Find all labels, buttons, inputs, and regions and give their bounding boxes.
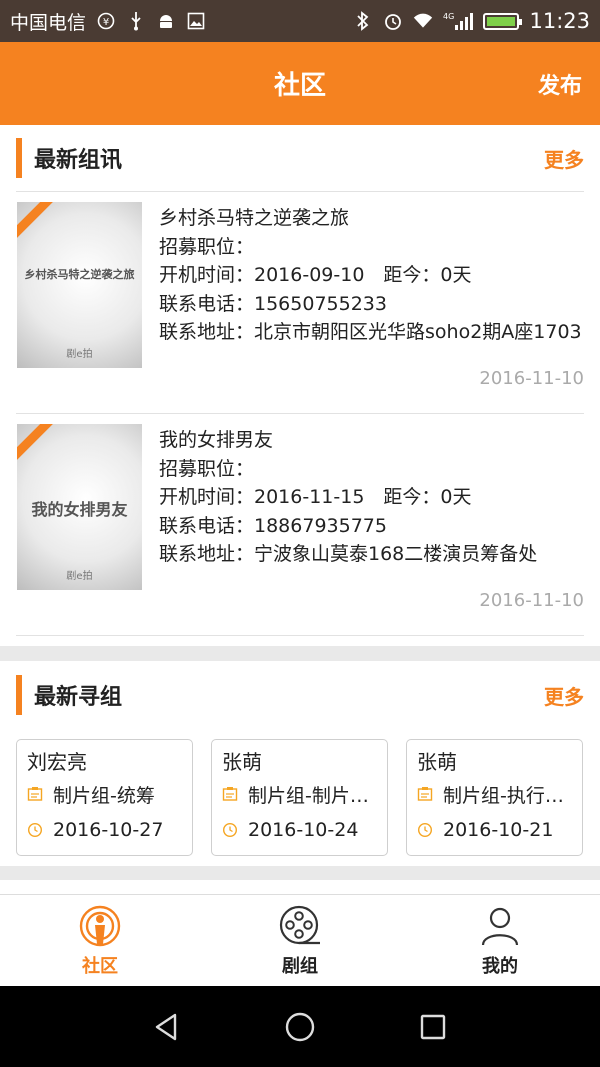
section-title: 最新组讯 <box>34 148 123 173</box>
signal-icon: 4G <box>443 11 474 31</box>
clock-icon <box>222 822 238 838</box>
page-title: 社区 <box>273 71 326 101</box>
recents-icon[interactable] <box>417 1011 449 1043</box>
poster-title: 乡村杀马特之逆袭之旅 <box>24 268 135 281</box>
latest-seek-section: 最新寻组 更多 刘宏亮 制片组-统筹 2016-10-27 张萌 制片组-制片主… <box>0 661 600 866</box>
poster-image: 我的女排男友 剧e拍 <box>17 424 142 590</box>
card-role: 制片组-执行制片 <box>443 784 572 807</box>
poster-brand: 剧e拍 <box>66 571 93 582</box>
nav-item-crew[interactable]: 剧组 <box>200 895 400 986</box>
section-title: 最新寻组 <box>34 685 123 710</box>
news-start-time: 开机时间：2016-09-10 距今：0天 <box>159 264 472 286</box>
section-accent-bar <box>16 675 22 715</box>
section-accent-bar <box>16 138 22 178</box>
next-section <box>0 880 600 894</box>
news-title: 我的女排男友 <box>159 429 274 451</box>
news-item[interactable]: 乡村杀马特之逆袭之旅 剧e拍 乡村杀马特之逆袭之旅 招募职位： 开机时间：201… <box>0 192 600 414</box>
news-info: 我的女排男友 招募职位： 开机时间：2016-11-15 距今：0天 联系电话：… <box>159 426 584 569</box>
card-date: 2016-10-27 <box>53 819 164 841</box>
news-date: 2016-11-10 <box>479 368 584 389</box>
more-news-link[interactable]: 更多 <box>544 144 584 173</box>
section-header: 最新寻组 更多 <box>0 661 600 729</box>
news-title: 乡村杀马特之逆袭之旅 <box>159 207 350 229</box>
system-nav-bar <box>0 986 600 1067</box>
clock-icon <box>27 822 43 838</box>
card-date: 2016-10-24 <box>248 819 359 841</box>
poster-title: 我的女排男友 <box>31 500 128 519</box>
news-position: 招募职位： <box>159 457 255 480</box>
app-header: 社区 发布 <box>0 42 600 125</box>
film-reel-icon <box>279 905 320 944</box>
usb-icon <box>126 11 146 31</box>
person-icon <box>481 907 519 945</box>
more-seek-link[interactable]: 更多 <box>544 681 584 710</box>
badge-icon <box>417 787 433 801</box>
card-role: 制片组-统筹 <box>53 784 155 807</box>
svg-text:¥: ¥ <box>103 17 109 28</box>
seek-card[interactable]: 张萌 制片组-执行制片 2016-10-21 <box>406 739 583 856</box>
wifi-icon <box>413 11 433 31</box>
alarm-icon <box>383 11 403 31</box>
card-name: 张萌 <box>222 750 262 774</box>
card-name: 刘宏亮 <box>27 750 87 774</box>
bluetooth-icon <box>353 11 373 31</box>
nav-label: 我的 <box>482 955 518 977</box>
back-icon[interactable] <box>151 1011 183 1043</box>
divider <box>16 635 584 636</box>
news-info: 乡村杀马特之逆袭之旅 招募职位： 开机时间：2016-09-10 距今：0天 联… <box>159 204 584 347</box>
android-icon <box>156 11 176 31</box>
community-icon <box>79 905 121 946</box>
seek-card[interactable]: 张萌 制片组-制片主任 2016-10-24 <box>211 739 388 856</box>
poster-brand: 剧e拍 <box>66 349 93 360</box>
image-icon <box>186 11 206 31</box>
battery-icon <box>483 12 523 30</box>
latest-news-section: 最新组讯 更多 乡村杀马特之逆袭之旅 剧e拍 乡村杀马特之逆袭之旅 招募职位： … <box>0 125 600 646</box>
news-item[interactable]: 我的女排男友 剧e拍 我的女排男友 招募职位： 开机时间：2016-11-15 … <box>0 414 600 636</box>
svg-text:4G: 4G <box>443 12 454 21</box>
nav-label: 剧组 <box>282 955 318 977</box>
clock-icon <box>417 822 433 838</box>
bottom-nav: 社区 剧组 我的 <box>0 894 600 986</box>
news-start-time: 开机时间：2016-11-15 距今：0天 <box>159 486 472 508</box>
nav-item-community[interactable]: 社区 <box>0 895 200 986</box>
news-phone: 联系电话：15650755233 <box>159 292 387 315</box>
status-bar: 中国电信 ¥ 4G 11:23 <box>0 0 600 42</box>
poster-image: 乡村杀马特之逆袭之旅 剧e拍 <box>17 202 142 368</box>
seek-card-list: 刘宏亮 制片组-统筹 2016-10-27 张萌 制片组-制片主任 2016-1… <box>16 739 583 856</box>
nav-item-profile[interactable]: 我的 <box>400 895 600 986</box>
nav-label: 社区 <box>82 955 118 977</box>
badge-icon <box>27 787 43 801</box>
news-phone: 联系电话：18867935775 <box>159 514 387 537</box>
news-address: 联系地址：北京市朝阳区光华路soho2期A座1703 <box>159 321 582 343</box>
badge-icon <box>222 787 238 801</box>
carrier-label: 中国电信 <box>10 11 87 34</box>
news-date: 2016-11-10 <box>479 590 584 611</box>
card-date: 2016-10-21 <box>443 819 554 841</box>
card-role: 制片组-制片主任 <box>248 784 377 807</box>
news-position: 招募职位： <box>159 235 255 258</box>
card-name: 张萌 <box>417 750 457 774</box>
currency-icon: ¥ <box>96 11 116 31</box>
section-header: 最新组讯 更多 <box>0 125 600 191</box>
home-icon[interactable] <box>284 1011 316 1043</box>
seek-card[interactable]: 刘宏亮 制片组-统筹 2016-10-27 <box>16 739 193 856</box>
publish-button[interactable]: 发布 <box>538 68 582 100</box>
news-address: 联系地址：宁波象山莫泰168二楼演员筹备处 <box>159 543 538 565</box>
clock: 11:23 <box>529 9 590 33</box>
